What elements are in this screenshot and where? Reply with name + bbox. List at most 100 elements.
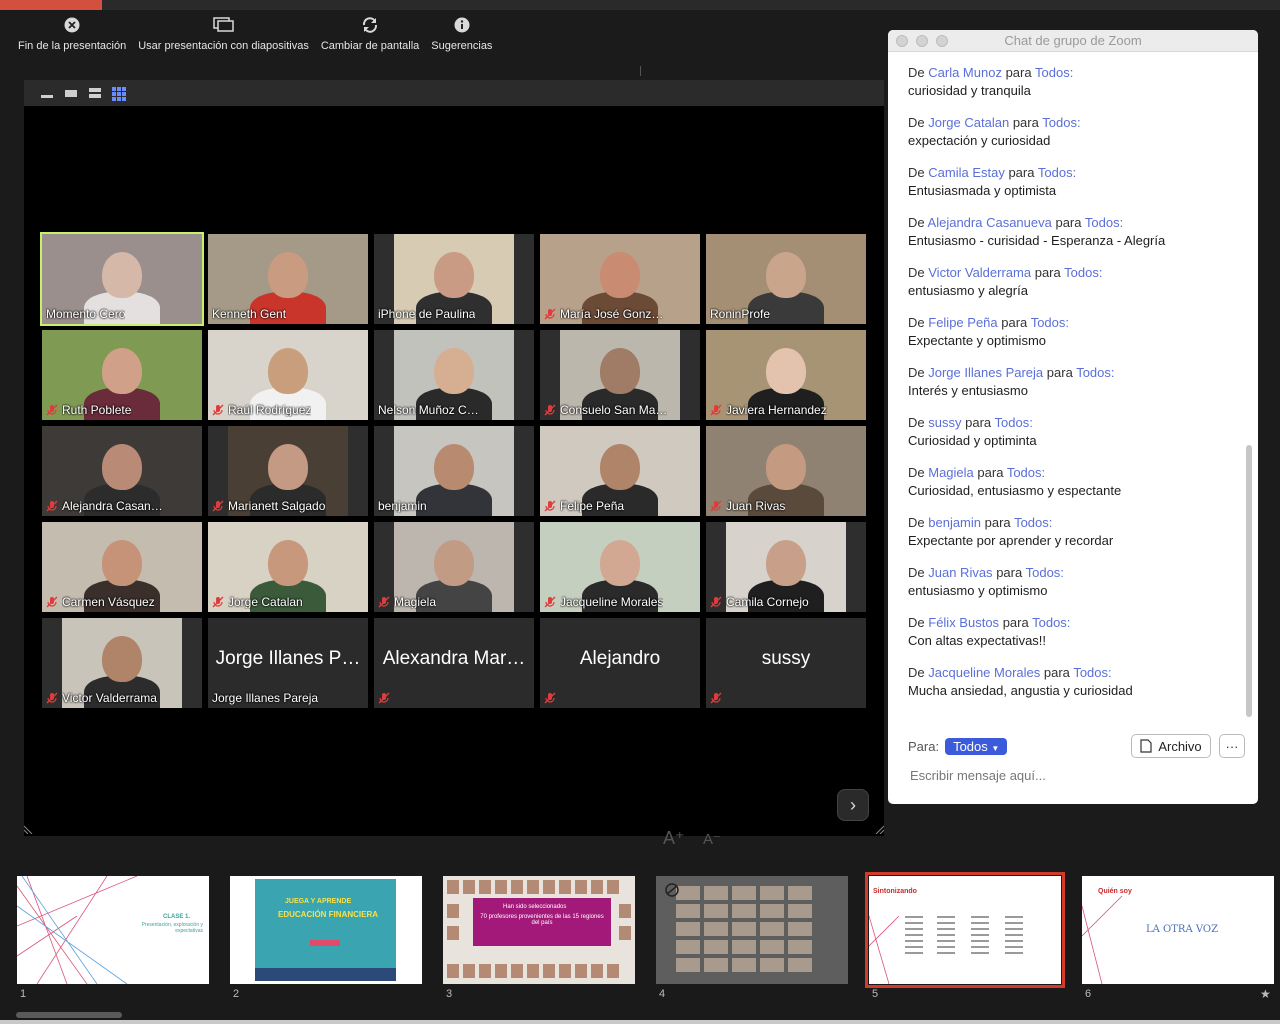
font-size-icon: A⁻: [703, 831, 721, 848]
chat-sender[interactable]: Carla Munoz: [928, 65, 1002, 80]
chat-sender[interactable]: Magiela: [928, 465, 974, 480]
slide-title: Sintonizando: [873, 888, 917, 895]
chat-recipient[interactable]: Todos:: [1038, 165, 1076, 180]
chat-sender[interactable]: Félix Bustos: [928, 615, 999, 630]
speaker-view-icon[interactable]: [64, 87, 78, 99]
participant-name: Felipe Peña: [560, 499, 625, 513]
participant-tile[interactable]: sussy: [706, 618, 866, 708]
gallery-stage: Momento Cero Kenneth Gent iPhone de Paulin…: [24, 106, 884, 836]
recipient-row: Para: Todos ▼: [908, 738, 1008, 755]
participant-tile[interactable]: Consuelo San Ma…: [540, 330, 700, 420]
chat-sender[interactable]: benjamin: [928, 515, 981, 530]
side-by-side-icon[interactable]: [88, 87, 102, 99]
chat-message-header: De Camila Estay para Todos:: [908, 164, 1238, 181]
participant-tile[interactable]: Ruth Poblete: [42, 330, 202, 420]
chat-recipient[interactable]: Todos:: [1035, 65, 1073, 80]
slide-strip-scrollbar[interactable]: [16, 1012, 122, 1018]
slide-thumb-1[interactable]: CLASE 1. Presentación, exploración y exp…: [17, 876, 209, 984]
participant-name: Jorge Catalan: [228, 595, 303, 609]
participant-tile[interactable]: Alejandro: [540, 618, 700, 708]
participant-tile[interactable]: Marianett Salgado: [208, 426, 368, 516]
chat-recipient[interactable]: Todos:: [1026, 565, 1064, 580]
slide-thumb-2[interactable]: JUEGA Y APRENDE EDUCACIÓN FINANCIERA: [230, 876, 422, 984]
participant-tile[interactable]: Jorge Illanes P… Jorge Illanes Pareja: [208, 618, 368, 708]
participant-tile[interactable]: Alexandra Mar…: [374, 618, 534, 708]
resize-handle-icon[interactable]: [24, 824, 34, 834]
more-options-button[interactable]: ···: [1219, 734, 1245, 758]
muted-mic-icon: [46, 500, 58, 512]
chat-recipient[interactable]: Todos:: [1007, 465, 1045, 480]
tips-button[interactable]: Sugerencias: [425, 14, 498, 64]
participant-tile[interactable]: Carmen Vásquez: [42, 522, 202, 612]
slide-number: 4: [659, 988, 666, 1000]
participant-tile[interactable]: Raúl Rodríguez: [208, 330, 368, 420]
chat-sender[interactable]: Jorge Illanes Pareja: [928, 365, 1043, 380]
participant-tile[interactable]: Camila Cornejo: [706, 522, 866, 612]
participant-tile[interactable]: Alejandra Casan…: [42, 426, 202, 516]
end-presentation-button[interactable]: Fin de la presentación: [12, 14, 132, 64]
slide-thumb-6[interactable]: Quién soy LA OTRA VOZ: [1082, 876, 1274, 984]
participant-tile[interactable]: Felipe Peña: [540, 426, 700, 516]
chevron-right-icon: ›: [850, 794, 856, 815]
slide-thumb-4[interactable]: [656, 876, 848, 984]
chat-sender[interactable]: Felipe Peña: [928, 315, 997, 330]
to-word: para: [1002, 615, 1029, 630]
chat-recipient[interactable]: Todos:: [995, 415, 1033, 430]
chat-message-input[interactable]: Escribir mensaje aquí...: [910, 768, 1240, 783]
chat-recipient[interactable]: Todos:: [1085, 215, 1123, 230]
chat-recipient[interactable]: Todos:: [1042, 115, 1080, 130]
participant-tile[interactable]: Victor Valderrama: [42, 618, 202, 708]
to-word: para: [1055, 215, 1082, 230]
chat-recipient[interactable]: Todos:: [1073, 665, 1111, 680]
participant-tile[interactable]: Magiela: [374, 522, 534, 612]
participant-grid: Momento Cero Kenneth Gent iPhone de Paulin…: [40, 232, 866, 708]
recipient-dropdown[interactable]: Todos ▼: [945, 738, 1008, 755]
slide-thumb-5[interactable]: Sintonizando: [865, 872, 1065, 988]
divider: [640, 66, 641, 76]
participant-tile[interactable]: Nelson Muñoz C…: [374, 330, 534, 420]
minimize-video-icon[interactable]: [40, 87, 54, 99]
participant-tile[interactable]: Javiera Hernandez: [706, 330, 866, 420]
chat-sender[interactable]: Juan Rivas: [928, 565, 992, 580]
participant-tile[interactable]: Kenneth Gent: [208, 234, 368, 324]
chat-recipient[interactable]: Todos:: [1031, 315, 1069, 330]
swap-screen-button[interactable]: Cambiar de pantalla: [315, 14, 425, 64]
participant-tile[interactable]: iPhone de Paulina: [374, 234, 534, 324]
chat-message-header: De benjamin para Todos:: [908, 514, 1238, 531]
chat-sender[interactable]: Jorge Catalan: [928, 115, 1009, 130]
minimize-window-button[interactable]: [916, 35, 928, 47]
file-button[interactable]: Archivo: [1131, 734, 1211, 758]
chat-recipient[interactable]: Todos:: [1032, 615, 1070, 630]
participant-tile[interactable]: María José Gonz…: [540, 234, 700, 324]
resize-handle-icon[interactable]: [874, 824, 884, 834]
chat-recipient[interactable]: Todos:: [1014, 515, 1052, 530]
chat-sender[interactable]: Alejandra Casanueva: [928, 215, 1052, 230]
participant-tile[interactable]: Momento Cero: [40, 232, 204, 326]
slideshow-icon: [212, 14, 235, 36]
gallery-view-icon[interactable]: [112, 87, 126, 101]
chat-sender[interactable]: Camila Estay: [928, 165, 1008, 180]
muted-mic-icon: [710, 404, 722, 416]
muted-mic-icon: [544, 500, 556, 512]
participant-tile[interactable]: Jorge Catalan: [208, 522, 368, 612]
chat-message: De Jorge Catalan para Todos: expectación …: [908, 114, 1238, 164]
muted-mic-icon: [378, 692, 390, 704]
slide-title: JUEGA Y APRENDE: [285, 898, 352, 905]
participant-tile[interactable]: RoninProfe: [706, 234, 866, 324]
chat-sender[interactable]: sussy: [928, 415, 961, 430]
participant-tile[interactable]: Juan Rivas: [706, 426, 866, 516]
participant-tile[interactable]: benjamin: [374, 426, 534, 516]
chat-recipient[interactable]: Todos:: [1076, 365, 1114, 380]
zoom-window-button[interactable]: [936, 35, 948, 47]
chat-sender[interactable]: Jacqueline Morales: [928, 665, 1040, 680]
chat-message-header: De Felipe Peña para Todos:: [908, 314, 1238, 331]
chat-recipient[interactable]: Todos:: [1064, 265, 1102, 280]
chat-message-header: De Carla Munoz para Todos:: [908, 64, 1238, 81]
next-page-button[interactable]: ›: [837, 789, 869, 821]
use-slideshow-button[interactable]: Usar presentación con diapositivas: [132, 14, 315, 64]
slide-thumb-3[interactable]: Han sido seleccionados 70 profesores pro…: [443, 876, 635, 984]
participant-tile[interactable]: Jacqueline Morales: [540, 522, 700, 612]
chat-sender[interactable]: Victor Valderrama: [928, 265, 1031, 280]
close-window-button[interactable]: [896, 35, 908, 47]
chat-scrollbar[interactable]: [1246, 445, 1252, 717]
